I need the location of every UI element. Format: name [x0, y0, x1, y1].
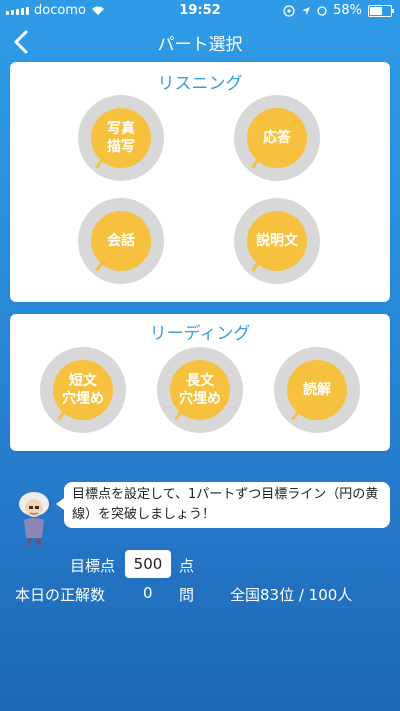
battery-percent: 58% — [333, 3, 362, 18]
status-bar: docomo 19:52 58% — [0, 0, 400, 22]
today-correct-unit: 問 — [179, 586, 195, 604]
national-rank: 全国83位 / 100人 — [230, 586, 353, 604]
target-score-input[interactable]: 500 — [125, 550, 171, 578]
nav-bar: パート選択 — [0, 22, 400, 62]
orientation-lock-icon — [283, 4, 295, 17]
part-conversation[interactable]: 会話 — [78, 198, 164, 284]
hint-bubble: 目標点を設定して、1パートずつ目標ライン（円の黄線）を突破しましょう！ — [56, 482, 390, 528]
target-unit: 点 — [179, 557, 195, 575]
status-right: 58% — [283, 3, 394, 18]
page-title: パート選択 — [157, 35, 243, 55]
alarm-icon — [317, 6, 327, 16]
listening-title: リスニング — [157, 74, 243, 94]
part-text-completion[interactable]: 長文 穴埋め — [157, 347, 243, 433]
listening-panel: リスニング 写真 描写 応答 会話 説明文 — [10, 62, 390, 302]
target-label: 目標点 — [70, 557, 116, 575]
battery-icon — [368, 4, 394, 17]
today-correct-count: 0 — [143, 584, 153, 602]
part-photo-description[interactable]: 写真 描写 — [78, 95, 164, 181]
location-icon — [302, 6, 311, 15]
reading-title: リーディング — [149, 324, 251, 344]
part-question-response[interactable]: 応答 — [234, 95, 320, 181]
part-incomplete-sentences[interactable]: 短文 穴埋め — [40, 347, 126, 433]
part-reading-comprehension[interactable]: 読解 — [274, 347, 360, 433]
today-correct-label: 本日の正解数 — [15, 586, 106, 604]
reading-panel: リーディング 短文 穴埋め 長文 穴埋め 読解 — [10, 314, 390, 451]
part-talks[interactable]: 説明文 — [234, 198, 320, 284]
mascot-avatar — [19, 492, 49, 545]
